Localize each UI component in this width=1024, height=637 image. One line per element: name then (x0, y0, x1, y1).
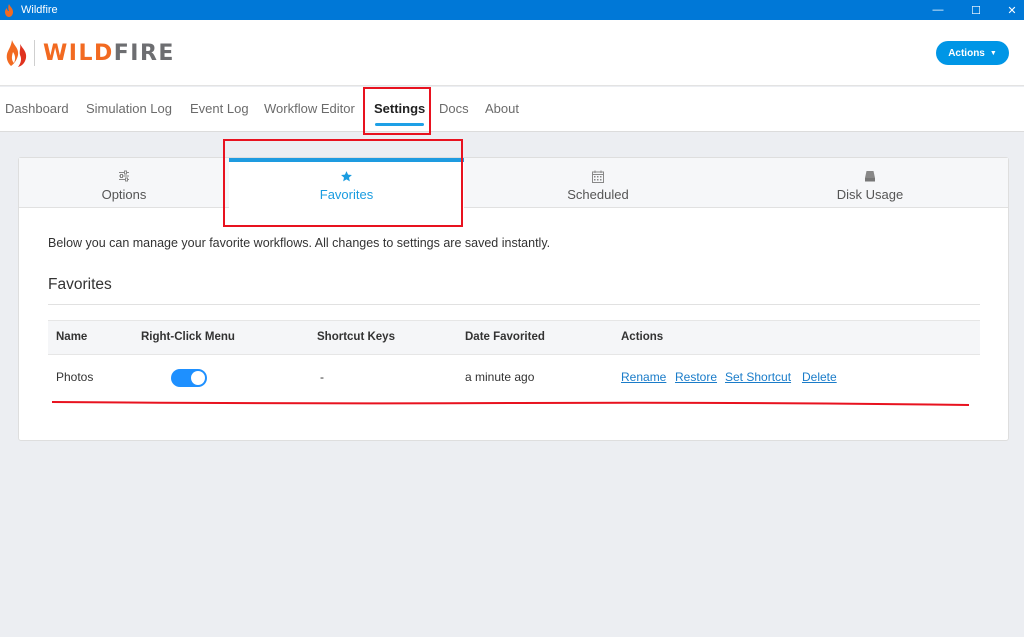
caret-down-icon: ▼ (989, 49, 997, 57)
toggle-knob (191, 371, 205, 385)
shortcut-keys-value: - (320, 370, 324, 384)
delete-link[interactable]: Delete (802, 355, 837, 400)
wildfire-logo-icon (6, 40, 27, 67)
star-icon (340, 169, 353, 183)
column-header-shortcut-keys: Shortcut Keys (317, 331, 395, 343)
favorites-table: Name Right-Click Menu Shortcut Keys Date… (48, 320, 980, 400)
minimize-icon: — (932, 4, 944, 16)
column-header-name: Name (56, 331, 88, 343)
main-nav: Dashboard Simulation Log Event Log Workf… (0, 87, 1024, 132)
right-click-menu-toggle[interactable] (171, 369, 207, 387)
column-header-date-favorited: Date Favorited (465, 331, 545, 343)
nav-settings[interactable]: Settings (374, 87, 425, 132)
maximize-icon: ☐ (971, 4, 981, 17)
settings-card: Options Favorites Scheduled Disk Usage B… (18, 157, 1009, 441)
window-titlebar: Wildfire — ☐ ✕ (0, 0, 1024, 20)
sliders-icon (118, 169, 130, 183)
date-favorited-value: a minute ago (465, 370, 535, 384)
calendar-icon (592, 169, 604, 183)
nav-simulation-log[interactable]: Simulation Log (86, 87, 172, 132)
window-close-button[interactable]: ✕ (994, 0, 1024, 20)
drive-icon (864, 169, 876, 183)
wildfire-logo: WILDFIRE (5, 37, 175, 69)
nav-workflow-editor[interactable]: Workflow Editor (264, 87, 355, 132)
actions-label: Actions (948, 47, 985, 59)
tab-disk-usage-label: Disk Usage (836, 187, 904, 202)
table-header: Name Right-Click Menu Shortcut Keys Date… (48, 320, 980, 355)
logo-divider (34, 40, 35, 66)
section-divider (48, 304, 980, 305)
wildfire-flame-icon (2, 3, 16, 17)
restore-link[interactable]: Restore (675, 355, 717, 400)
tab-scheduled-label: Scheduled (567, 187, 629, 202)
tab-options-label: Options (101, 187, 147, 202)
nav-dashboard[interactable]: Dashboard (5, 87, 69, 132)
favorite-name: Photos (56, 370, 94, 384)
actions-dropdown-button[interactable]: Actions ▼ (936, 41, 1009, 65)
tab-scheduled[interactable]: Scheduled (464, 158, 732, 208)
logo-wordmark-part2: FIRE (113, 40, 175, 66)
app-header: WILDFIRE Actions ▼ (0, 20, 1024, 86)
logo-wordmark: WILDFIRE (43, 41, 175, 66)
close-icon: ✕ (1007, 4, 1017, 17)
window-minimize-button[interactable]: — (920, 0, 956, 20)
tab-options[interactable]: Options (19, 158, 229, 208)
tab-favorites[interactable]: Favorites (229, 158, 464, 208)
rename-link[interactable]: Rename (621, 355, 666, 400)
logo-wordmark-part1: WILD (43, 40, 114, 66)
nav-event-log[interactable]: Event Log (190, 87, 249, 132)
favorites-section-title: Favorites (48, 276, 112, 293)
tab-favorites-label: Favorites (319, 187, 374, 202)
table-row: Photos - a minute ago Rename Restore Set… (48, 355, 980, 400)
column-header-actions: Actions (621, 331, 664, 343)
settings-tabs: Options Favorites Scheduled Disk Usage (19, 158, 1008, 208)
column-header-right-click-menu: Right-Click Menu (141, 331, 235, 343)
window-title: Wildfire (21, 4, 58, 16)
nav-docs[interactable]: Docs (439, 87, 469, 132)
tab-disk-usage[interactable]: Disk Usage (732, 158, 1008, 208)
window-maximize-button[interactable]: ☐ (958, 0, 994, 20)
set-shortcut-link[interactable]: Set Shortcut (725, 355, 791, 400)
favorites-description: Below you can manage your favorite workf… (48, 236, 551, 250)
nav-about[interactable]: About (485, 87, 519, 132)
